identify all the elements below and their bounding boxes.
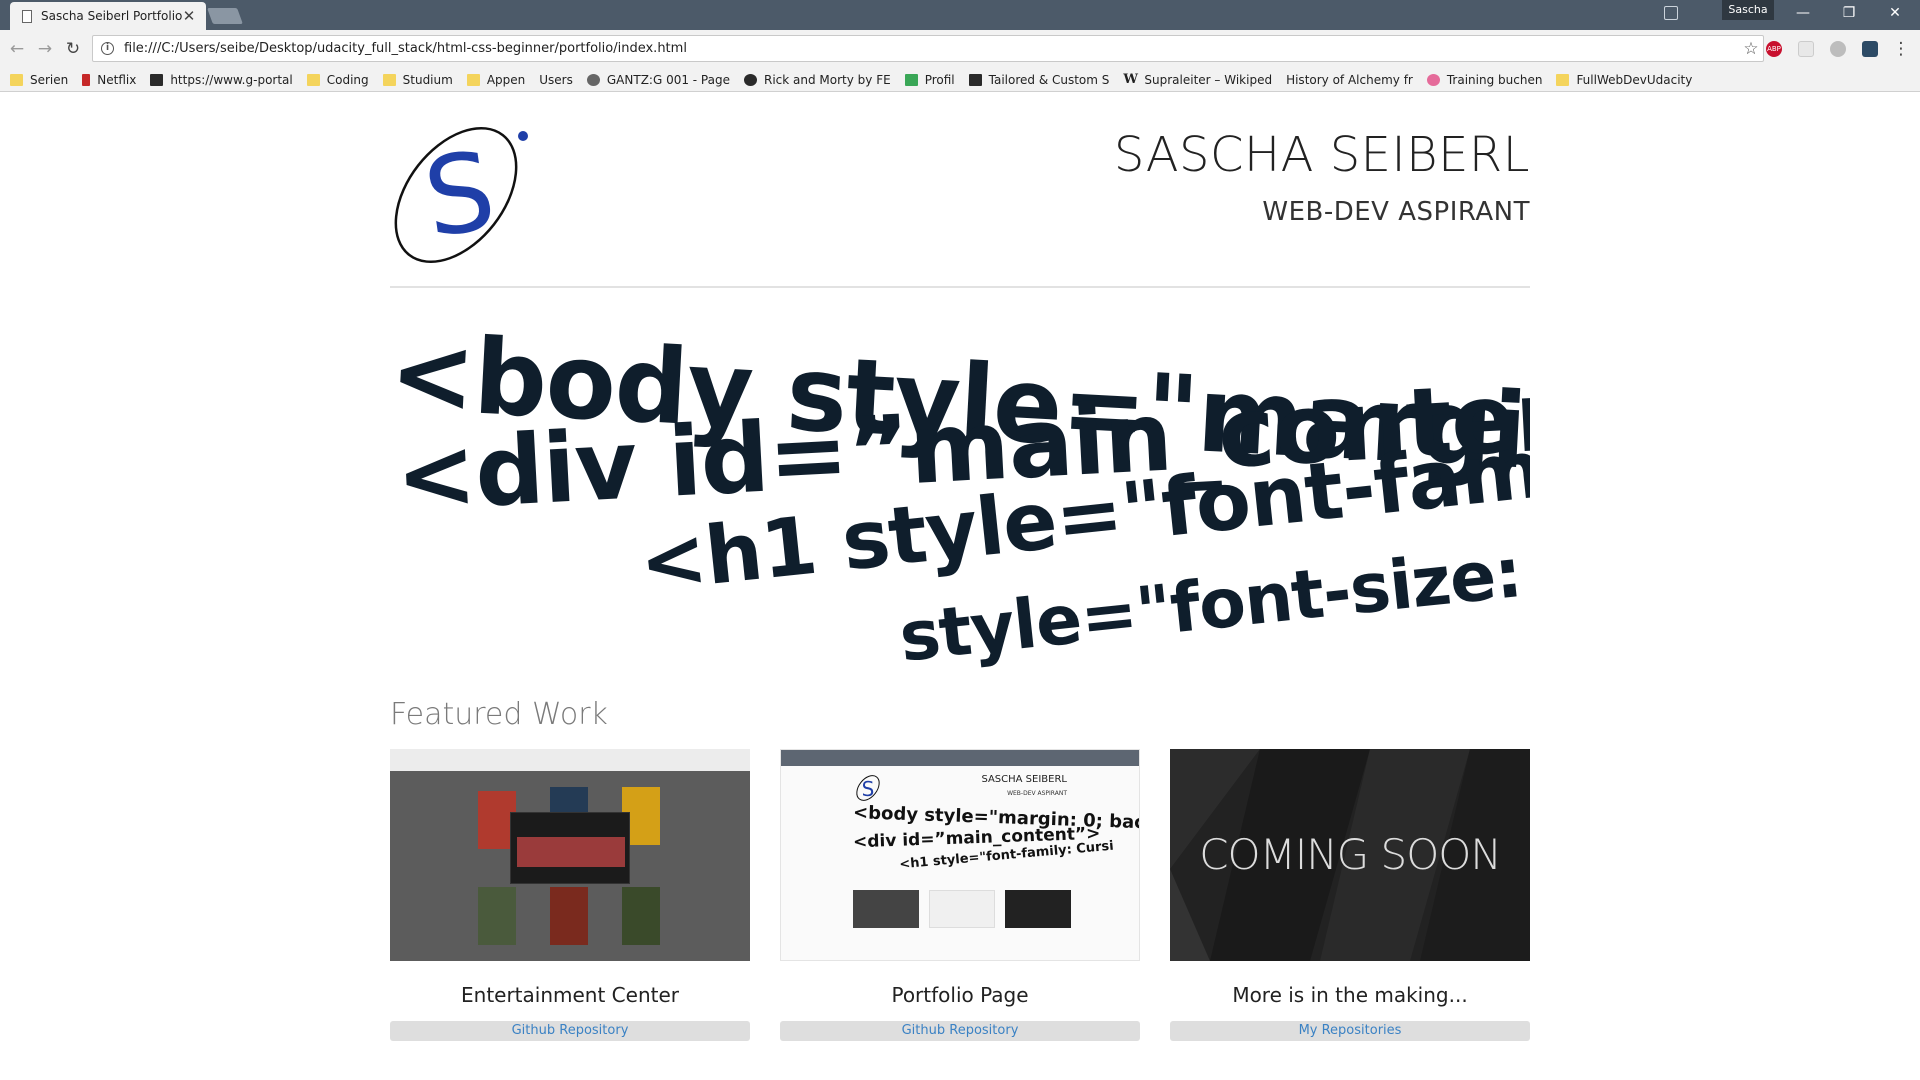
- logo-icon: S: [394, 126, 528, 264]
- tab-title: Sascha Seiberl Portfolio: [41, 9, 182, 23]
- new-tab-button[interactable]: [207, 8, 243, 24]
- info-icon[interactable]: i: [101, 42, 114, 55]
- globe-icon: [586, 73, 600, 86]
- project-card: S SASCHA SEIBERL WEB-DEV ASPIRANT <body …: [780, 749, 1140, 1041]
- card-title: Entertainment Center: [461, 983, 679, 1007]
- tailored-icon: [968, 73, 982, 86]
- bookmark-item[interactable]: Netflix: [82, 73, 136, 87]
- project-thumbnail[interactable]: COMING SOON: [1170, 749, 1530, 961]
- mini-title: SASCHA SEIBERL: [981, 774, 1067, 785]
- tab-active[interactable]: Sascha Seiberl Portfolio ✕: [10, 2, 206, 30]
- mini-thumb: [929, 890, 995, 928]
- page-content: S SASCHA SEIBERL WEB-DEV ASPIRANT <body …: [0, 93, 1920, 1080]
- project-thumbnail[interactable]: S SASCHA SEIBERL WEB-DEV ASPIRANT <body …: [780, 749, 1140, 961]
- bookmark-item[interactable]: FullWebDevUdacity: [1556, 73, 1692, 87]
- close-window-icon[interactable]: ✕: [1872, 0, 1918, 26]
- project-thumbnail[interactable]: [390, 749, 750, 961]
- project-card: COMING SOON More is in the making... My …: [1170, 749, 1530, 1041]
- bookmark-item[interactable]: https://www.g-portal: [150, 73, 293, 87]
- tab-close-icon[interactable]: ✕: [182, 7, 196, 25]
- folder-icon: [10, 73, 23, 86]
- card-title: Portfolio Page: [891, 983, 1029, 1007]
- github-repo-link[interactable]: Github Repository: [780, 1021, 1140, 1041]
- cast-icon[interactable]: [1664, 6, 1678, 20]
- forward-icon[interactable]: →: [34, 38, 56, 60]
- folder-icon: [466, 73, 480, 86]
- url-text[interactable]: file:///C:/Users/seibe/Desktop/udacity_f…: [124, 41, 1739, 56]
- section-title: Featured Work: [390, 697, 608, 732]
- header-divider: [390, 286, 1530, 288]
- restore-icon[interactable]: ❐: [1826, 0, 1872, 26]
- folder-icon: [382, 73, 396, 86]
- green-icon: [904, 73, 918, 86]
- bookmark-item[interactable]: Users: [0, 73, 573, 174]
- poster-image: [478, 887, 516, 945]
- reload-icon[interactable]: ↻: [62, 38, 84, 60]
- bookmark-item[interactable]: Coding: [306, 73, 369, 87]
- bookmarks-bar: Serien Netflix https://www.g-portal Codi…: [0, 68, 1920, 174]
- thumbnail-browser-bar: [390, 749, 750, 771]
- card-title: More is in the making...: [1232, 983, 1468, 1007]
- page-subtitle: WEB-DEV ASPIRANT: [1262, 197, 1530, 227]
- video-frame: [517, 837, 625, 867]
- browser-titlebar: Sascha Seiberl Portfolio ✕ Sascha — ❐ ✕: [0, 0, 1920, 30]
- bookmark-item[interactable]: Serien: [10, 73, 68, 87]
- profile-button[interactable]: Sascha: [1722, 0, 1774, 20]
- my-repositories-link[interactable]: My Repositories: [1170, 1021, 1530, 1041]
- address-bar[interactable]: i file:///C:/Users/seibe/Desktop/udacity…: [92, 35, 1764, 62]
- bookmark-star-icon[interactable]: ☆: [1739, 39, 1763, 59]
- site-icon: [743, 73, 757, 86]
- bookmark-item[interactable]: W Supraleiter – Wikiped: [1123, 73, 1272, 87]
- gportal-icon: [150, 73, 164, 86]
- bookmark-item[interactable]: Tailored & Custom S: [968, 73, 1109, 87]
- page-icon: [22, 9, 32, 23]
- mini-logo-icon: S: [856, 775, 880, 801]
- folder-icon: [1556, 73, 1570, 86]
- github-repo-link[interactable]: Github Repository: [390, 1021, 750, 1041]
- mini-subtitle: WEB-DEV ASPIRANT: [1007, 790, 1067, 797]
- cloud-icon[interactable]: [1830, 41, 1846, 57]
- bookmark-item[interactable]: GANTZ:G 001 - Page: [586, 73, 730, 87]
- bookmark-item[interactable]: Rick and Morty by FE: [743, 73, 891, 87]
- logo-letter: S: [417, 129, 502, 262]
- menu-icon[interactable]: ⋮: [1890, 38, 1912, 60]
- extension-icon[interactable]: [1862, 41, 1878, 57]
- folder-icon: [306, 73, 320, 86]
- bookmark-item[interactable]: Appen: [466, 73, 525, 87]
- back-icon[interactable]: ←: [6, 38, 28, 60]
- project-card: Entertainment Center Github Repository: [390, 749, 750, 1041]
- minimize-icon[interactable]: —: [1780, 0, 1826, 26]
- bookmark-item[interactable]: Training buchen: [1426, 73, 1542, 87]
- extension-icon[interactable]: [1798, 41, 1814, 57]
- coming-soon-text: COMING SOON: [1199, 830, 1502, 879]
- video-modal: [510, 812, 630, 884]
- bookmark-item[interactable]: Studium: [382, 73, 453, 87]
- bookmark-item[interactable]: History of Alchemy fr: [0, 73, 1413, 174]
- mini-logo-letter: S: [862, 777, 875, 801]
- browser-toolbar: ← → ↻ i file:///C:/Users/seibe/Desktop/u…: [0, 30, 1920, 68]
- thumbnail-browser-bar: [781, 750, 1139, 766]
- page-title: SASCHA SEIBERL: [1113, 127, 1530, 183]
- wikipedia-icon: W: [1123, 71, 1139, 87]
- mini-thumb: [1005, 890, 1071, 928]
- mini-thumb: [853, 890, 919, 928]
- poster-image: [550, 887, 588, 945]
- poster-image: [622, 887, 660, 945]
- netflix-icon: [82, 73, 91, 86]
- training-icon: [1426, 73, 1440, 86]
- bookmark-item[interactable]: Profil: [904, 73, 955, 87]
- hero-image: <body style="margin: 0; backgro <div id=…: [390, 303, 1530, 671]
- adblock-icon[interactable]: ABP: [1766, 41, 1782, 57]
